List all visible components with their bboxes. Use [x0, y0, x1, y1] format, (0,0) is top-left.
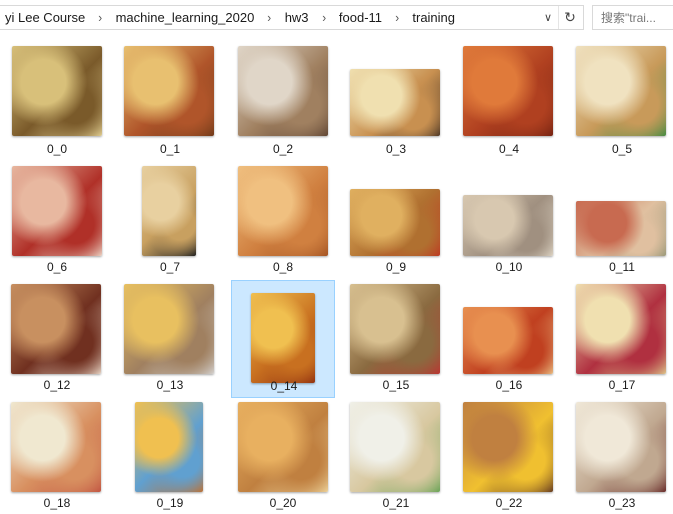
- breadcrumb-item-hw3[interactable]: hw3: [283, 10, 311, 25]
- image-thumbnail: [11, 284, 101, 374]
- file-item[interactable]: 0_20: [231, 390, 335, 510]
- image-thumbnail: [251, 293, 315, 383]
- image-thumbnail: [576, 46, 666, 136]
- file-name-label: 0_23: [608, 496, 636, 510]
- image-thumbnail: [463, 46, 553, 136]
- breadcrumb-item-food-11[interactable]: food-11: [337, 10, 384, 25]
- file-item[interactable]: 0_19: [118, 390, 222, 510]
- file-name-label: 0_21: [382, 496, 410, 510]
- image-thumbnail: [12, 46, 102, 136]
- file-item[interactable]: 0_5: [570, 36, 673, 156]
- image-thumbnail: [124, 46, 214, 136]
- file-item[interactable]: 0_7: [118, 154, 222, 274]
- breadcrumb-item-course[interactable]: yi Lee Course: [3, 10, 87, 25]
- breadcrumb-item-machine-learning[interactable]: machine_learning_2020: [114, 10, 257, 25]
- image-thumbnail: [124, 284, 214, 374]
- file-item[interactable]: 0_14: [231, 280, 335, 398]
- image-thumbnail: [350, 402, 440, 492]
- search-input[interactable]: 搜索"trai...: [592, 5, 673, 30]
- image-thumbnail: [350, 284, 440, 374]
- breadcrumb-separator-icon[interactable]: ›: [98, 10, 102, 25]
- file-item[interactable]: 0_1: [118, 36, 222, 156]
- image-thumbnail: [142, 166, 196, 256]
- image-thumbnail: [576, 402, 666, 492]
- image-thumbnail: [238, 46, 328, 136]
- file-item[interactable]: 0_4: [457, 36, 561, 156]
- address-bar-area: yi Lee Course › machine_learning_2020 › …: [0, 0, 673, 36]
- file-item[interactable]: 0_2: [231, 36, 335, 156]
- image-thumbnail: [576, 284, 666, 374]
- file-item[interactable]: 0_8: [231, 154, 335, 274]
- image-thumbnail: [12, 166, 102, 256]
- file-item[interactable]: 0_18: [5, 390, 109, 510]
- file-name-label: 0_8: [272, 260, 294, 274]
- file-item[interactable]: 0_9: [344, 154, 448, 274]
- image-thumbnail: [350, 69, 440, 136]
- file-item[interactable]: 0_3: [344, 36, 448, 156]
- chevron-down-icon[interactable]: ∨: [539, 6, 557, 29]
- breadcrumb: yi Lee Course › machine_learning_2020 › …: [3, 6, 457, 29]
- file-name-label: 0_18: [43, 496, 71, 510]
- image-thumbnail: [11, 402, 101, 492]
- file-name-label: 0_20: [269, 496, 297, 510]
- refresh-icon[interactable]: ↻: [558, 6, 581, 29]
- file-item[interactable]: 0_16: [457, 272, 561, 392]
- image-thumbnail: [576, 201, 666, 256]
- image-thumbnail: [463, 195, 553, 256]
- file-item[interactable]: 0_12: [5, 272, 109, 392]
- file-item[interactable]: 0_17: [570, 272, 673, 392]
- file-item[interactable]: 0_15: [344, 272, 448, 392]
- file-item[interactable]: 0_11: [570, 154, 673, 274]
- file-grid: 0_0 0_1 0_2 0_3 0_4 0_5 0_6 0_7 0_8 0_9 0_10 0_11 0_…: [0, 36, 673, 514]
- image-thumbnail: [463, 307, 553, 374]
- address-bar[interactable]: yi Lee Course › machine_learning_2020 › …: [0, 5, 584, 30]
- file-item[interactable]: 0_23: [570, 390, 673, 510]
- image-thumbnail: [463, 402, 553, 492]
- breadcrumb-item-training[interactable]: training: [410, 10, 457, 25]
- image-thumbnail: [135, 402, 203, 492]
- file-item[interactable]: 0_6: [5, 154, 109, 274]
- image-thumbnail: [238, 166, 328, 256]
- breadcrumb-separator-icon[interactable]: ›: [322, 10, 326, 25]
- breadcrumb-separator-icon[interactable]: ›: [268, 10, 272, 25]
- file-item[interactable]: 0_21: [344, 390, 448, 510]
- file-item[interactable]: 0_0: [5, 36, 109, 156]
- image-thumbnail: [238, 402, 328, 492]
- file-name-label: 0_22: [495, 496, 523, 510]
- file-item[interactable]: 0_13: [118, 272, 222, 392]
- file-name-label: 0_19: [156, 496, 184, 510]
- breadcrumb-separator-icon[interactable]: ›: [395, 10, 399, 25]
- file-item[interactable]: 0_22: [457, 390, 561, 510]
- file-item[interactable]: 0_10: [457, 154, 561, 274]
- image-thumbnail: [350, 189, 440, 256]
